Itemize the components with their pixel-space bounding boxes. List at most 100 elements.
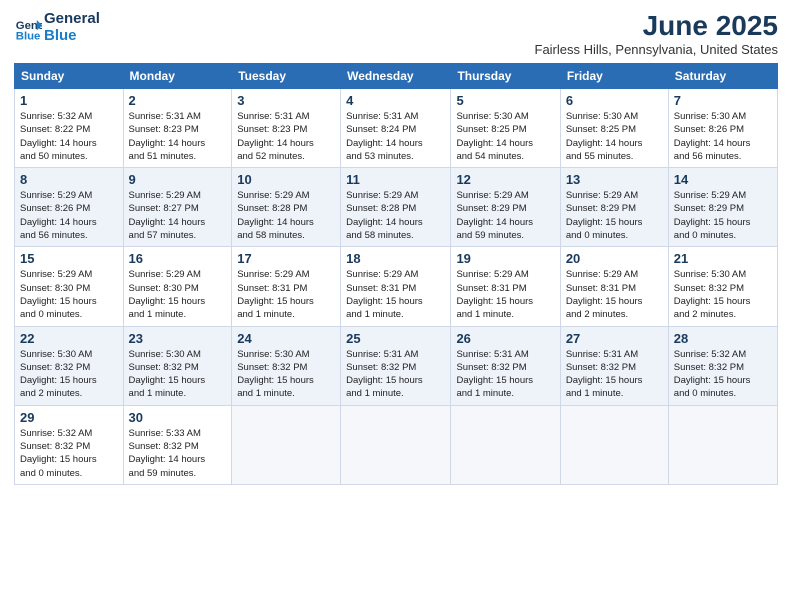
day-info: Sunrise: 5:29 AM Sunset: 8:28 PM Dayligh… bbox=[237, 189, 335, 242]
calendar-cell: 12 Sunrise: 5:29 AM Sunset: 8:29 PM Dayli… bbox=[451, 168, 560, 247]
day-info: Sunrise: 5:29 AM Sunset: 8:31 PM Dayligh… bbox=[456, 268, 554, 321]
day-number: 15 bbox=[20, 251, 118, 266]
day-info: Sunrise: 5:30 AM Sunset: 8:25 PM Dayligh… bbox=[566, 110, 663, 163]
day-info: Sunrise: 5:31 AM Sunset: 8:24 PM Dayligh… bbox=[346, 110, 445, 163]
calendar-cell: 3 Sunrise: 5:31 AM Sunset: 8:23 PM Daylig… bbox=[232, 89, 341, 168]
day-info: Sunrise: 5:29 AM Sunset: 8:29 PM Dayligh… bbox=[456, 189, 554, 242]
day-number: 27 bbox=[566, 331, 663, 346]
calendar-cell: 24Sunrise: 5:30 AM Sunset: 8:32 PM Dayli… bbox=[232, 326, 341, 405]
weekday-header-saturday: Saturday bbox=[668, 64, 777, 89]
logo-text: General Blue bbox=[44, 10, 100, 45]
day-info: Sunrise: 5:31 AM Sunset: 8:23 PM Dayligh… bbox=[237, 110, 335, 163]
day-info: Sunrise: 5:29 AM Sunset: 8:29 PM Dayligh… bbox=[674, 189, 772, 242]
day-number: 23 bbox=[129, 331, 227, 346]
day-number: 25 bbox=[346, 331, 445, 346]
svg-text:Blue: Blue bbox=[16, 31, 41, 42]
calendar-week-row: 22 Sunrise: 5:30 AM Sunset: 8:32 PM Dayli… bbox=[15, 326, 778, 405]
day-info: Sunrise: 5:31 AM Sunset: 8:32 PM Dayligh… bbox=[346, 348, 445, 401]
day-info: Sunrise: 5:31 AM Sunset: 8:32 PM Dayligh… bbox=[456, 348, 554, 401]
day-number: 6 bbox=[566, 93, 663, 108]
calendar-cell: 29 Sunrise: 5:32 AM Sunset: 8:32 PM Dayli… bbox=[15, 405, 124, 484]
calendar-week-row: 8 Sunrise: 5:29 AM Sunset: 8:26 PM Daylig… bbox=[15, 168, 778, 247]
day-info: Sunrise: 5:30 AM Sunset: 8:32 PM Dayligh… bbox=[20, 348, 118, 401]
day-info: Sunrise: 5:29 AM Sunset: 8:30 PM Dayligh… bbox=[20, 268, 118, 321]
header-row: General Blue General Blue June 2025 Fair… bbox=[14, 10, 778, 57]
weekday-header-thursday: Thursday bbox=[451, 64, 560, 89]
weekday-header-wednesday: Wednesday bbox=[341, 64, 451, 89]
logo: General Blue General Blue bbox=[14, 10, 100, 45]
day-info: Sunrise: 5:29 AM Sunset: 8:26 PM Dayligh… bbox=[20, 189, 118, 242]
main-container: General Blue General Blue June 2025 Fair… bbox=[0, 0, 792, 495]
day-info: Sunrise: 5:29 AM Sunset: 8:31 PM Dayligh… bbox=[346, 268, 445, 321]
calendar-week-row: 15 Sunrise: 5:29 AM Sunset: 8:30 PM Dayli… bbox=[15, 247, 778, 326]
day-info: Sunrise: 5:29 AM Sunset: 8:31 PM Dayligh… bbox=[237, 268, 335, 321]
day-number: 30 bbox=[129, 410, 227, 425]
day-number: 12 bbox=[456, 172, 554, 187]
day-number: 29 bbox=[20, 410, 118, 425]
day-info: Sunrise: 5:30 AM Sunset: 8:32 PM Dayligh… bbox=[237, 348, 335, 401]
day-number: 1 bbox=[20, 93, 118, 108]
day-number: 20 bbox=[566, 251, 663, 266]
day-number: 14 bbox=[674, 172, 772, 187]
day-number: 2 bbox=[129, 93, 227, 108]
logo-general: General bbox=[44, 10, 100, 27]
day-number: 21 bbox=[674, 251, 772, 266]
day-number: 11 bbox=[346, 172, 445, 187]
day-info: Sunrise: 5:30 AM Sunset: 8:32 PM Dayligh… bbox=[129, 348, 227, 401]
calendar-cell bbox=[451, 405, 560, 484]
day-number: 19 bbox=[456, 251, 554, 266]
calendar-cell bbox=[341, 405, 451, 484]
calendar-cell: 20 Sunrise: 5:29 AM Sunset: 8:31 PM Dayli… bbox=[560, 247, 668, 326]
calendar-cell: 9Sunrise: 5:29 AM Sunset: 8:27 PM Daylig… bbox=[123, 168, 232, 247]
calendar-cell: 2 Sunrise: 5:31 AM Sunset: 8:23 PM Daylig… bbox=[123, 89, 232, 168]
calendar-cell: 7 Sunrise: 5:30 AM Sunset: 8:26 PM Daylig… bbox=[668, 89, 777, 168]
calendar-cell: 17 Sunrise: 5:29 AM Sunset: 8:31 PM Dayli… bbox=[232, 247, 341, 326]
calendar-cell: 14 Sunrise: 5:29 AM Sunset: 8:29 PM Dayli… bbox=[668, 168, 777, 247]
calendar-cell: 6 Sunrise: 5:30 AM Sunset: 8:25 PM Daylig… bbox=[560, 89, 668, 168]
calendar-cell: 21 Sunrise: 5:30 AM Sunset: 8:32 PM Dayli… bbox=[668, 247, 777, 326]
day-info: Sunrise: 5:33 AM Sunset: 8:32 PM Dayligh… bbox=[129, 427, 227, 480]
calendar-week-row: 1 Sunrise: 5:32 AM Sunset: 8:22 PM Daylig… bbox=[15, 89, 778, 168]
calendar-cell: 10 Sunrise: 5:29 AM Sunset: 8:28 PM Dayli… bbox=[232, 168, 341, 247]
calendar-cell: 13 Sunrise: 5:29 AM Sunset: 8:29 PM Dayli… bbox=[560, 168, 668, 247]
calendar-cell bbox=[232, 405, 341, 484]
logo-blue: Blue bbox=[44, 27, 77, 44]
day-number: 22 bbox=[20, 331, 118, 346]
day-info: Sunrise: 5:31 AM Sunset: 8:23 PM Dayligh… bbox=[129, 110, 227, 163]
day-number: 3 bbox=[237, 93, 335, 108]
day-info: Sunrise: 5:32 AM Sunset: 8:32 PM Dayligh… bbox=[20, 427, 118, 480]
day-number: 13 bbox=[566, 172, 663, 187]
calendar-cell: 4 Sunrise: 5:31 AM Sunset: 8:24 PM Daylig… bbox=[341, 89, 451, 168]
day-number: 10 bbox=[237, 172, 335, 187]
weekday-header-friday: Friday bbox=[560, 64, 668, 89]
day-info: Sunrise: 5:29 AM Sunset: 8:31 PM Dayligh… bbox=[566, 268, 663, 321]
month-title: June 2025 bbox=[535, 10, 779, 42]
day-number: 17 bbox=[237, 251, 335, 266]
calendar-cell: 16Sunrise: 5:29 AM Sunset: 8:30 PM Dayli… bbox=[123, 247, 232, 326]
day-info: Sunrise: 5:29 AM Sunset: 8:29 PM Dayligh… bbox=[566, 189, 663, 242]
calendar-cell: 30 Sunrise: 5:33 AM Sunset: 8:32 PM Dayli… bbox=[123, 405, 232, 484]
day-info: Sunrise: 5:29 AM Sunset: 8:28 PM Dayligh… bbox=[346, 189, 445, 242]
day-number: 26 bbox=[456, 331, 554, 346]
calendar-cell: 11 Sunrise: 5:29 AM Sunset: 8:28 PM Dayli… bbox=[341, 168, 451, 247]
weekday-header-row: SundayMondayTuesdayWednesdayThursdayFrid… bbox=[15, 64, 778, 89]
weekday-header-tuesday: Tuesday bbox=[232, 64, 341, 89]
calendar-table: SundayMondayTuesdayWednesdayThursdayFrid… bbox=[14, 63, 778, 485]
calendar-cell: 19 Sunrise: 5:29 AM Sunset: 8:31 PM Dayli… bbox=[451, 247, 560, 326]
calendar-cell: 15 Sunrise: 5:29 AM Sunset: 8:30 PM Dayli… bbox=[15, 247, 124, 326]
day-info: Sunrise: 5:30 AM Sunset: 8:32 PM Dayligh… bbox=[674, 268, 772, 321]
day-info: Sunrise: 5:31 AM Sunset: 8:32 PM Dayligh… bbox=[566, 348, 663, 401]
day-number: 7 bbox=[674, 93, 772, 108]
day-info: Sunrise: 5:30 AM Sunset: 8:26 PM Dayligh… bbox=[674, 110, 772, 163]
calendar-cell: 28Sunrise: 5:32 AM Sunset: 8:32 PM Dayli… bbox=[668, 326, 777, 405]
day-info: Sunrise: 5:30 AM Sunset: 8:25 PM Dayligh… bbox=[456, 110, 554, 163]
day-number: 28 bbox=[674, 331, 772, 346]
calendar-cell: 5Sunrise: 5:30 AM Sunset: 8:25 PM Daylig… bbox=[451, 89, 560, 168]
day-number: 18 bbox=[346, 251, 445, 266]
calendar-cell: 1 Sunrise: 5:32 AM Sunset: 8:22 PM Daylig… bbox=[15, 89, 124, 168]
calendar-cell: 22 Sunrise: 5:30 AM Sunset: 8:32 PM Dayli… bbox=[15, 326, 124, 405]
day-number: 8 bbox=[20, 172, 118, 187]
day-info: Sunrise: 5:32 AM Sunset: 8:22 PM Dayligh… bbox=[20, 110, 118, 163]
day-number: 4 bbox=[346, 93, 445, 108]
logo-icon: General Blue bbox=[14, 13, 42, 41]
